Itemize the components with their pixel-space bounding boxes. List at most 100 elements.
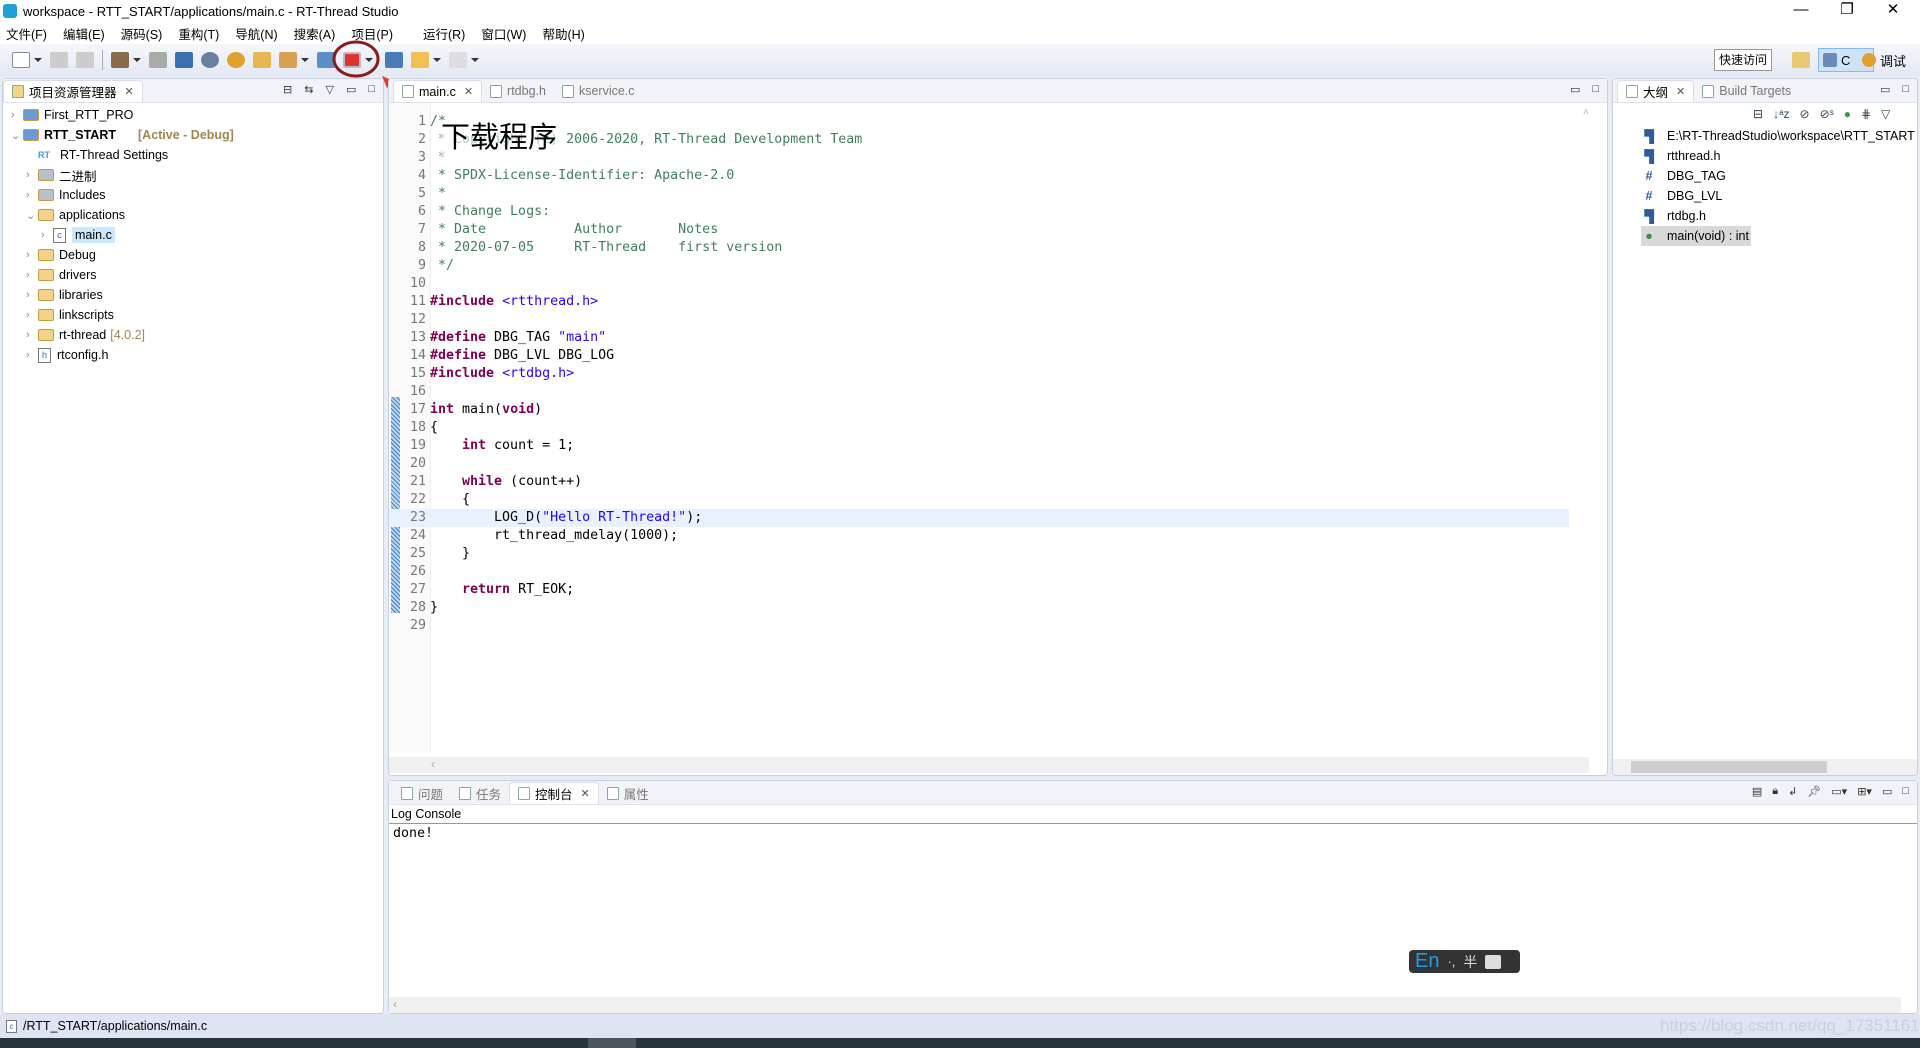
tree-item[interactable]: › 二进制 bbox=[26, 165, 97, 185]
forward-arrow-icon[interactable] bbox=[449, 52, 467, 68]
tree-item[interactable]: › libraries bbox=[26, 285, 103, 305]
chevron-right-icon[interactable]: › bbox=[26, 349, 38, 361]
minimize-panel-icon[interactable]: ▭ bbox=[346, 83, 356, 96]
sort-az-icon[interactable]: ↓ᵃz bbox=[1773, 107, 1789, 121]
pin-console-icon[interactable]: 📌︎ bbox=[1807, 785, 1821, 798]
outline-item[interactable]: ▜ rtthread.h bbox=[1641, 146, 1720, 166]
tab-0[interactable]: 大纲 ✕ bbox=[1617, 80, 1695, 102]
code-line[interactable]: 6 * Change Logs: bbox=[389, 203, 1569, 221]
view-menu-icon[interactable]: ▽ bbox=[325, 83, 333, 96]
code-line[interactable]: 7 * Date Author Notes bbox=[389, 221, 1569, 239]
clear-console-icon[interactable]: ▤ bbox=[1752, 785, 1762, 798]
menu-item[interactable]: 搜索(A) bbox=[294, 24, 336, 43]
scroll-lock-icon[interactable]: 🔒︎ bbox=[1772, 785, 1778, 798]
console-output[interactable]: done! bbox=[389, 824, 1917, 843]
open-folder-icon[interactable] bbox=[253, 52, 271, 68]
hide-static-icon[interactable]: ⊘ˢ bbox=[1820, 107, 1834, 121]
code-line[interactable]: 11 #include <rtthread.h> bbox=[389, 293, 1569, 311]
code-line[interactable]: 1/* bbox=[389, 113, 1569, 131]
maximize-panel-icon[interactable]: □ bbox=[368, 83, 375, 96]
chevron-right-icon[interactable]: › bbox=[26, 169, 38, 181]
link-editor-icon[interactable]: ⇆ bbox=[304, 83, 313, 96]
outline-item[interactable]: # DBG_TAG bbox=[1641, 166, 1726, 186]
tree-item[interactable]: › h rtconfig.h bbox=[26, 345, 108, 365]
view-menu-icon[interactable]: ▽ bbox=[1881, 107, 1890, 121]
book-icon[interactable] bbox=[317, 52, 335, 68]
tab-1[interactable]: Build Targets bbox=[1694, 80, 1799, 102]
back-arrow-icon[interactable] bbox=[411, 52, 429, 68]
chevron-down-icon[interactable]: ⌄ bbox=[11, 129, 23, 142]
download-dropdown-icon[interactable] bbox=[365, 58, 373, 62]
minimize-panel-icon[interactable]: ▭ bbox=[1880, 83, 1890, 96]
code-line[interactable]: 24 rt_thread_mdelay(1000); bbox=[389, 527, 1569, 545]
tree-item[interactable]: › Includes bbox=[26, 185, 106, 205]
code-line[interactable]: 20 bbox=[389, 455, 1569, 473]
tab-1[interactable]: rtdbg.h bbox=[482, 80, 554, 102]
word-wrap-icon[interactable]: ↲ bbox=[1788, 785, 1797, 798]
tree-item[interactable]: › drivers bbox=[26, 265, 97, 285]
chevron-down-icon[interactable]: ⌄ bbox=[26, 209, 38, 222]
tab-project-explorer[interactable]: 项目资源管理器 ✕ bbox=[3, 80, 143, 102]
tree-item[interactable]: ⌄ RTT_START [Active - Debug] bbox=[11, 125, 234, 145]
code-line[interactable]: 15 #include <rtdbg.h> bbox=[389, 365, 1569, 383]
tab-0[interactable]: main.c ✕ bbox=[393, 80, 483, 102]
minimize-panel-icon[interactable]: ▭ bbox=[1882, 785, 1892, 798]
code-line[interactable]: 25 } bbox=[389, 545, 1569, 563]
minimize-panel-icon[interactable]: ▭ bbox=[1570, 83, 1580, 96]
chevron-right-icon[interactable]: › bbox=[26, 309, 38, 321]
build-dropdown-icon[interactable] bbox=[133, 58, 141, 62]
code-line[interactable]: 23 LOG_D("Hello RT-Thread!"); bbox=[389, 509, 1569, 527]
menu-item[interactable]: 导航(N) bbox=[235, 24, 277, 43]
menu-item[interactable]: 帮助(H) bbox=[542, 24, 584, 43]
code-line[interactable]: 26 bbox=[389, 563, 1569, 581]
display-console-icon[interactable]: ▭▾ bbox=[1831, 785, 1847, 798]
code-line[interactable]: 14 #define DBG_LVL DBG_LOG bbox=[389, 347, 1569, 365]
tab-1[interactable]: 任务 bbox=[451, 782, 509, 804]
tab-2[interactable]: 控制台 ✕ bbox=[509, 782, 599, 804]
outline-item[interactable]: ▜ E:\RT-ThreadStudio\workspace\RTT_START bbox=[1641, 126, 1915, 146]
tree-item[interactable]: ⌄ applications bbox=[26, 205, 125, 225]
quick-access-field[interactable]: 快速访问 bbox=[1714, 49, 1773, 71]
chevron-right-icon[interactable]: › bbox=[26, 329, 38, 341]
save-icon[interactable] bbox=[50, 52, 68, 68]
collapse-all-icon[interactable]: ⊟ bbox=[1753, 107, 1763, 121]
chevron-right-icon[interactable]: › bbox=[26, 289, 38, 301]
menu-item[interactable]: 重构(T) bbox=[178, 24, 219, 43]
close-tab-icon[interactable]: ✕ bbox=[1676, 85, 1685, 98]
code-line[interactable]: 3 * bbox=[389, 149, 1569, 167]
open-console-icon[interactable]: ⊞▾ bbox=[1857, 785, 1872, 798]
menu-item[interactable]: 源码(S) bbox=[121, 24, 163, 43]
close-tab-icon[interactable]: ✕ bbox=[581, 787, 590, 800]
code-line[interactable]: 13 #define DBG_TAG "main" bbox=[389, 329, 1569, 347]
code-line[interactable]: 29 bbox=[389, 617, 1569, 635]
tab-2[interactable]: kservice.c bbox=[554, 80, 643, 102]
chevron-right-icon[interactable]: › bbox=[26, 249, 38, 261]
close-button[interactable]: ✕ bbox=[1870, 0, 1916, 22]
back-dropdown-icon[interactable] bbox=[433, 58, 441, 62]
restore-button[interactable]: ❐ bbox=[1824, 0, 1870, 22]
window-icon[interactable] bbox=[385, 52, 403, 68]
chevron-right-icon[interactable]: › bbox=[26, 269, 38, 281]
code-line[interactable]: 18 { bbox=[389, 419, 1569, 437]
save-all-icon[interactable] bbox=[76, 52, 94, 68]
tree-item[interactable]: › rt-thread [4.0.2] bbox=[26, 325, 145, 345]
debug-bug-icon[interactable] bbox=[227, 52, 245, 68]
pen-icon[interactable] bbox=[279, 52, 297, 68]
new-icon[interactable] bbox=[12, 52, 30, 68]
download-program-icon[interactable] bbox=[343, 52, 361, 68]
chevron-right-icon[interactable]: › bbox=[11, 109, 23, 121]
maximize-panel-icon[interactable]: □ bbox=[1592, 83, 1599, 96]
maximize-panel-icon[interactable]: □ bbox=[1902, 83, 1909, 96]
forward-dropdown-icon[interactable] bbox=[471, 58, 479, 62]
pen-dropdown-icon[interactable] bbox=[301, 58, 309, 62]
code-area[interactable]: 1/* 2 * Copyright (c) 2006-2020, RT-Threa… bbox=[389, 113, 1579, 673]
hide-fields-icon[interactable]: ⊘ bbox=[1800, 107, 1810, 121]
outline-item[interactable]: ▜ rtdbg.h bbox=[1641, 206, 1706, 226]
hide-nonpublic-icon[interactable]: ● bbox=[1844, 107, 1851, 121]
menu-item[interactable]: 窗口(W) bbox=[481, 24, 526, 43]
tab-3[interactable]: 属性 bbox=[599, 782, 657, 804]
code-line[interactable]: 4 * SPDX-License-Identifier: Apache-2.0 bbox=[389, 167, 1569, 185]
build-hammer-icon[interactable] bbox=[111, 52, 129, 68]
wrench-icon[interactable] bbox=[149, 52, 167, 68]
code-line[interactable]: 27 return RT_EOK; bbox=[389, 581, 1569, 599]
